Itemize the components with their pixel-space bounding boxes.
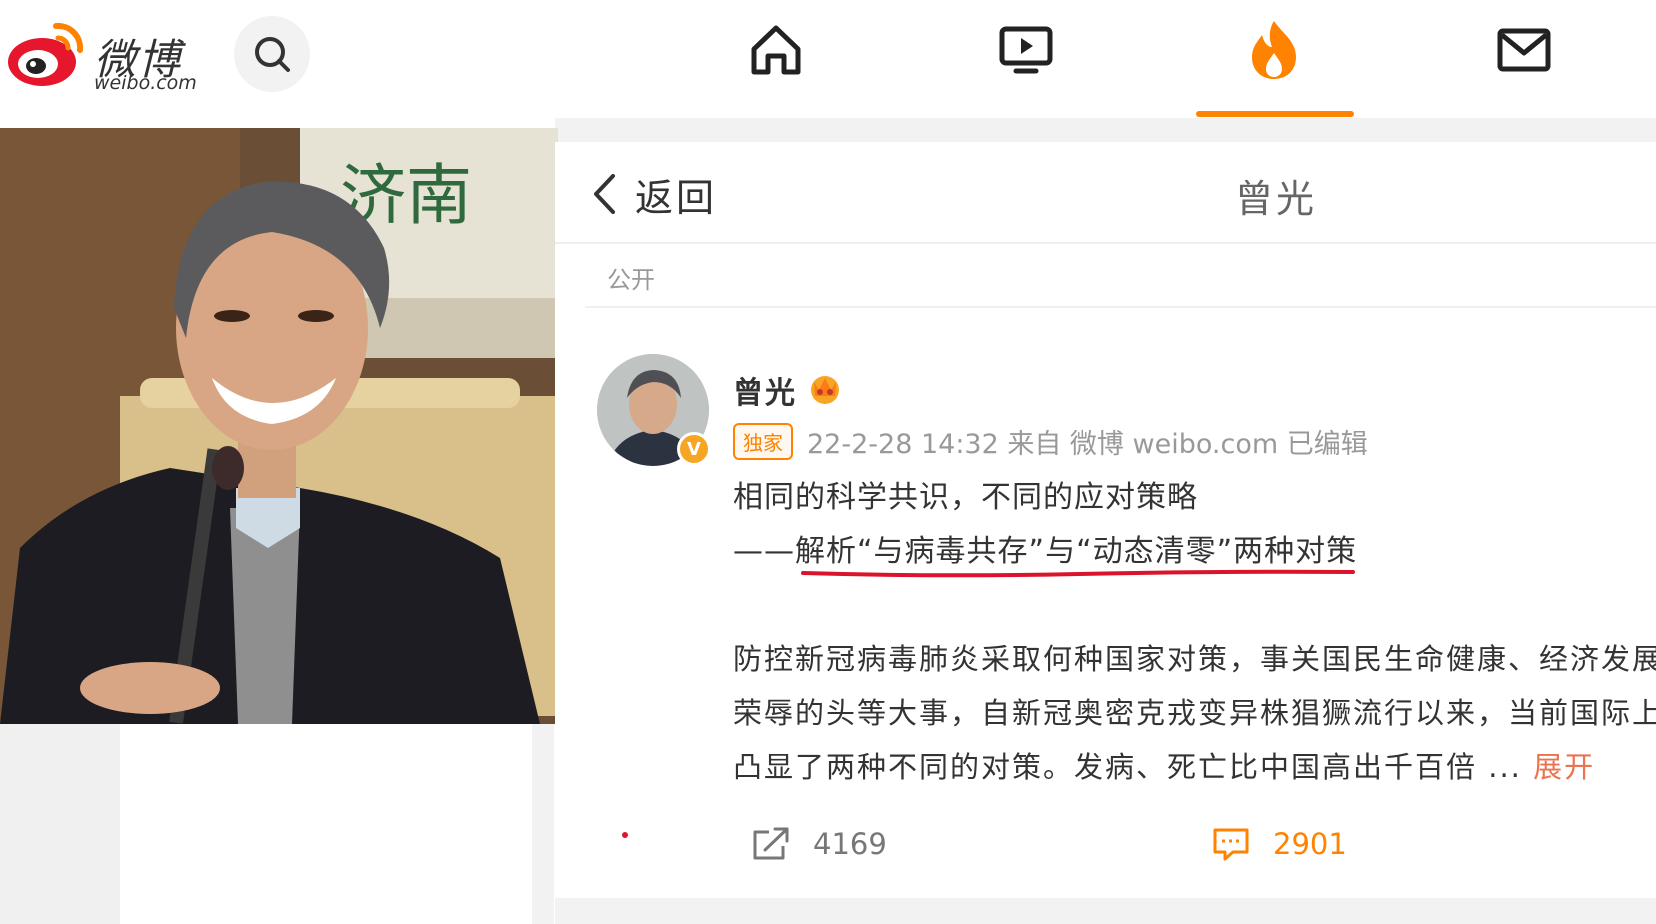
post-body-text: 凸显了两种不同的对策。发病、死亡比中国高出千百倍 ... (733, 750, 1522, 784)
red-underline-annotation (801, 569, 1355, 578)
nav-messages[interactable] (1492, 18, 1556, 82)
post-meta-text: 22-2-28 14:32 来自 微博 weibo.com 已编辑 (807, 429, 1368, 460)
chevron-left-icon (594, 174, 615, 214)
video-icon (999, 26, 1053, 74)
comment-button[interactable]: 2901 (1211, 826, 1347, 862)
left-blank-area (0, 724, 120, 924)
top-navigation-bar: 微博 weibo.com (0, 0, 1656, 118)
post-detail-panel: 返回 曾光 公开 V 曾光 独家 22-2-28 14:32 来自 微博 wei… (555, 142, 1656, 924)
search-icon (255, 37, 290, 72)
expand-link[interactable]: 展开 (1533, 750, 1595, 784)
page-title: 曾光 (1235, 177, 1318, 221)
exclusive-tag: 独家 (733, 423, 793, 460)
visibility-label: 公开 (607, 266, 655, 294)
nav-hot[interactable] (1242, 18, 1306, 82)
post-body-line: 荣辱的头等大事，自新冠奥密克戎变异株猖獗流行以来，当前国际上 (733, 696, 1656, 730)
back-button[interactable]: 返回 (591, 164, 717, 224)
post-subtitle-line: ——解析“与病毒共存”与“动态清零”两种对策 (733, 534, 1358, 569)
weibo-eye-icon (8, 22, 84, 86)
post-body-line: 防控新冠病毒肺炎采取何种国家对策，事关国民生命健康、经济发展 (733, 642, 1656, 676)
separator (555, 898, 1656, 924)
active-tab-indicator (1196, 111, 1354, 117)
separator (555, 118, 1656, 142)
portrait-photo: 济南 (0, 128, 558, 724)
mail-icon (1497, 28, 1551, 72)
nav-home[interactable] (744, 18, 808, 82)
divider (585, 306, 1656, 308)
crown-icon (811, 376, 839, 404)
logo-domain: weibo.com (94, 72, 197, 94)
portrait-image: 济南 (0, 128, 558, 724)
comment-count: 2901 (1273, 827, 1347, 861)
divider (555, 242, 1656, 244)
verified-badge-icon: V (677, 432, 711, 466)
post-meta: 独家 22-2-28 14:32 来自 微博 weibo.com 已编辑 (733, 422, 1368, 461)
comment-icon (1213, 828, 1249, 861)
author-name[interactable]: 曾光 (733, 368, 797, 412)
back-label: 返回 (635, 175, 718, 220)
post-body-line: 凸显了两种不同的对策。发病、死亡比中国高出千百倍 ... 展开 (733, 744, 1656, 786)
home-icon (751, 25, 801, 75)
post-title-line: 相同的科学共识，不同的应对策略 (733, 480, 1198, 515)
column-gutter (532, 724, 554, 924)
nav-video[interactable] (994, 18, 1058, 82)
weibo-logo[interactable]: 微博 weibo.com (4, 12, 204, 94)
repost-icon (753, 827, 789, 860)
repost-button[interactable]: 4169 (751, 826, 887, 862)
hot-icon (1252, 21, 1296, 79)
search-button[interactable] (234, 16, 310, 92)
repost-count: 4169 (813, 827, 887, 861)
red-dot (622, 832, 628, 838)
